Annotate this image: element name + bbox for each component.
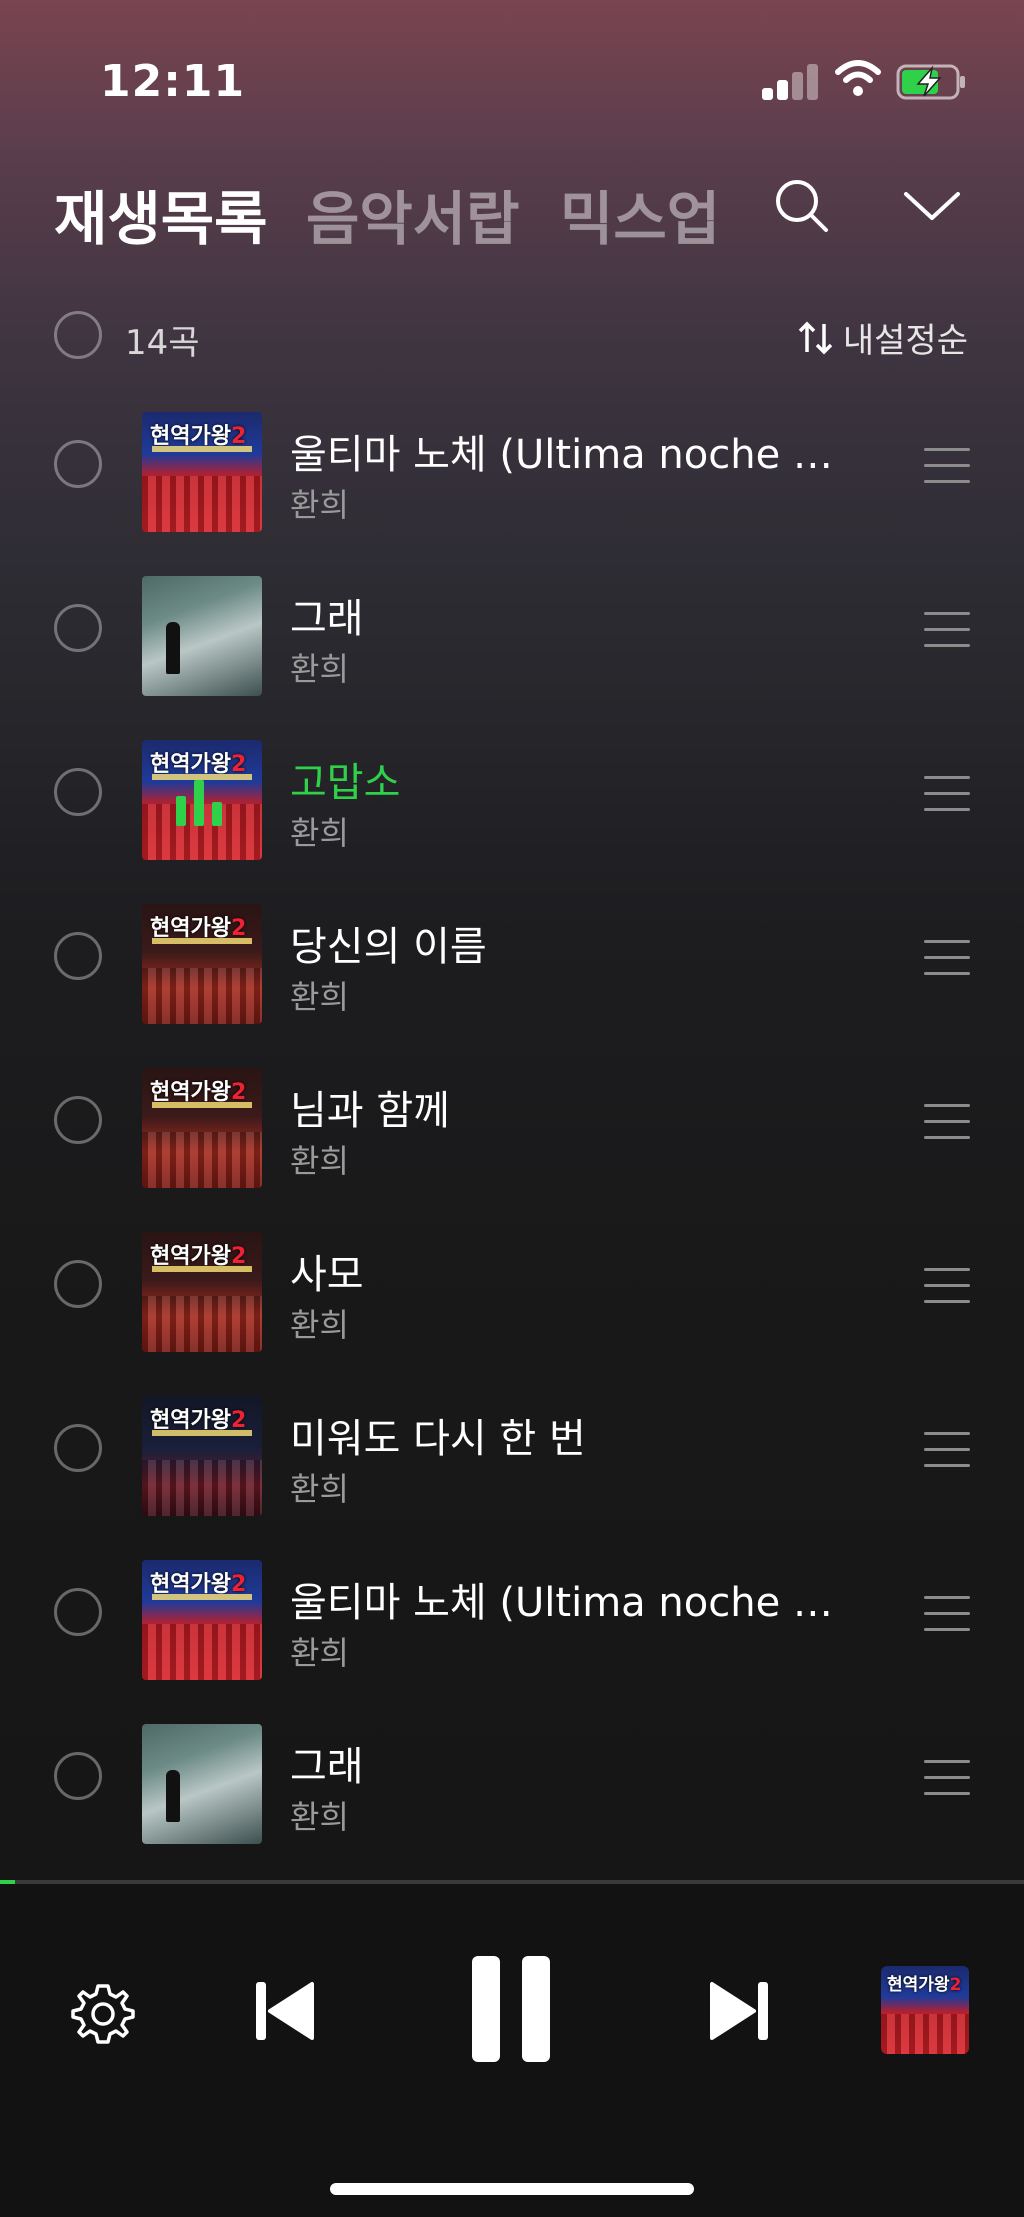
track-title: 울티마 노체 (Ultima noche 마지막 밤) [290, 1580, 850, 1626]
track-select-checkbox[interactable] [54, 1588, 102, 1636]
album-art [142, 576, 262, 696]
drag-handle-icon[interactable] [924, 1104, 970, 1144]
track-title: 사모 [290, 1252, 364, 1298]
drag-handle-icon[interactable] [924, 1432, 970, 1472]
equalizer-icon [176, 780, 226, 826]
search-icon[interactable] [770, 174, 834, 238]
drag-handle-icon[interactable] [924, 776, 970, 816]
drag-handle-icon[interactable] [924, 1596, 970, 1636]
sort-label: 내설정순 [842, 321, 968, 361]
album-art: 현역가왕2 [142, 1396, 262, 1516]
album-art: 현역가왕2 [142, 740, 262, 860]
track-row[interactable]: 현역가왕2 울티마 노체 (Ultima noche 마지막 밤) 환희 [0, 388, 1024, 552]
track-select-checkbox[interactable] [54, 932, 102, 980]
album-art [142, 1724, 262, 1844]
status-time: 12:11 [100, 56, 246, 107]
header: 재생목록 음악서랍 믹스업 [0, 160, 1024, 270]
album-art: 현역가왕2 [142, 904, 262, 1024]
tab-music-drawer[interactable]: 음악서랍 [306, 172, 519, 256]
track-artist: 환희 [290, 814, 349, 852]
tab-mixup[interactable]: 믹스업 [560, 172, 720, 256]
battery-charging-icon [896, 64, 965, 100]
album-art: 현역가왕2 [142, 1068, 262, 1188]
track-artist: 환희 [290, 978, 349, 1016]
pause-icon[interactable] [468, 1954, 554, 2064]
track-title: 그래 [290, 1744, 364, 1790]
track-title: 그래 [290, 596, 364, 642]
list-header: 14곡 내설정순 [0, 305, 1024, 365]
track-row[interactable]: 그래환희 [0, 1700, 1024, 1864]
track-artist: 환희 [290, 1798, 349, 1836]
sort-button[interactable]: 내설정순 [797, 313, 968, 362]
next-icon[interactable] [708, 1978, 770, 2044]
mini-player: 현역가왕2 [0, 1884, 1024, 2217]
track-artist: 환희 [290, 650, 349, 688]
track-select-checkbox[interactable] [54, 440, 102, 488]
track-artist: 환희 [290, 1306, 349, 1344]
track-row[interactable]: 현역가왕2 사모환희 [0, 1208, 1024, 1372]
track-title: 울티마 노체 (Ultima noche 마지막 밤) [290, 432, 850, 478]
track-row[interactable]: 현역가왕2 당신의 이름환희 [0, 880, 1024, 1044]
track-select-checkbox[interactable] [54, 768, 102, 816]
track-count: 14곡 [125, 323, 200, 363]
track-row[interactable]: 현역가왕2 울티마 노체 (Ultima noche 마지막 밤) 환희 [0, 1536, 1024, 1700]
track-artist: 환희 [290, 1634, 349, 1672]
wifi-icon [835, 60, 881, 96]
tab-playlist[interactable]: 재생목록 [54, 172, 267, 256]
now-playing-album-art[interactable]: 현역가왕2 [881, 1966, 969, 2054]
track-artist: 환희 [290, 486, 349, 524]
drag-handle-icon[interactable] [924, 448, 970, 488]
drag-handle-icon[interactable] [924, 940, 970, 980]
album-art: 현역가왕2 [142, 412, 262, 532]
album-art: 현역가왕2 [142, 1560, 262, 1680]
track-select-checkbox[interactable] [54, 1424, 102, 1472]
track-select-checkbox[interactable] [54, 1260, 102, 1308]
drag-handle-icon[interactable] [924, 1760, 970, 1800]
track-row[interactable]: 그래환희 [0, 552, 1024, 716]
sort-icon [798, 321, 833, 354]
track-select-checkbox[interactable] [54, 1752, 102, 1800]
track-title: 님과 함께 [290, 1088, 450, 1134]
track-row[interactable]: 현역가왕2 미워도 다시 한 번환희 [0, 1372, 1024, 1536]
settings-icon[interactable] [70, 1980, 136, 2046]
track-select-checkbox[interactable] [54, 604, 102, 652]
home-indicator[interactable] [330, 2183, 694, 2195]
drag-handle-icon[interactable] [924, 1268, 970, 1308]
track-row[interactable]: 현역가왕2 님과 함께환희 [0, 1044, 1024, 1208]
drag-handle-icon[interactable] [924, 612, 970, 652]
track-row[interactable]: 현역가왕2 고맙소환희 [0, 716, 1024, 880]
select-all-checkbox[interactable] [54, 311, 102, 359]
track-title: 당신의 이름 [290, 924, 487, 970]
track-select-checkbox[interactable] [54, 1096, 102, 1144]
album-art: 현역가왕2 [142, 1232, 262, 1352]
cellular-signal-icon [762, 62, 818, 100]
previous-icon[interactable] [254, 1978, 316, 2044]
status-bar: 12:11 [0, 0, 1024, 170]
chevron-down-icon[interactable] [900, 174, 964, 238]
track-title: 고맙소 [290, 760, 401, 806]
track-artist: 환희 [290, 1470, 349, 1508]
track-artist: 환희 [290, 1142, 349, 1180]
track-title: 미워도 다시 한 번 [290, 1416, 586, 1462]
